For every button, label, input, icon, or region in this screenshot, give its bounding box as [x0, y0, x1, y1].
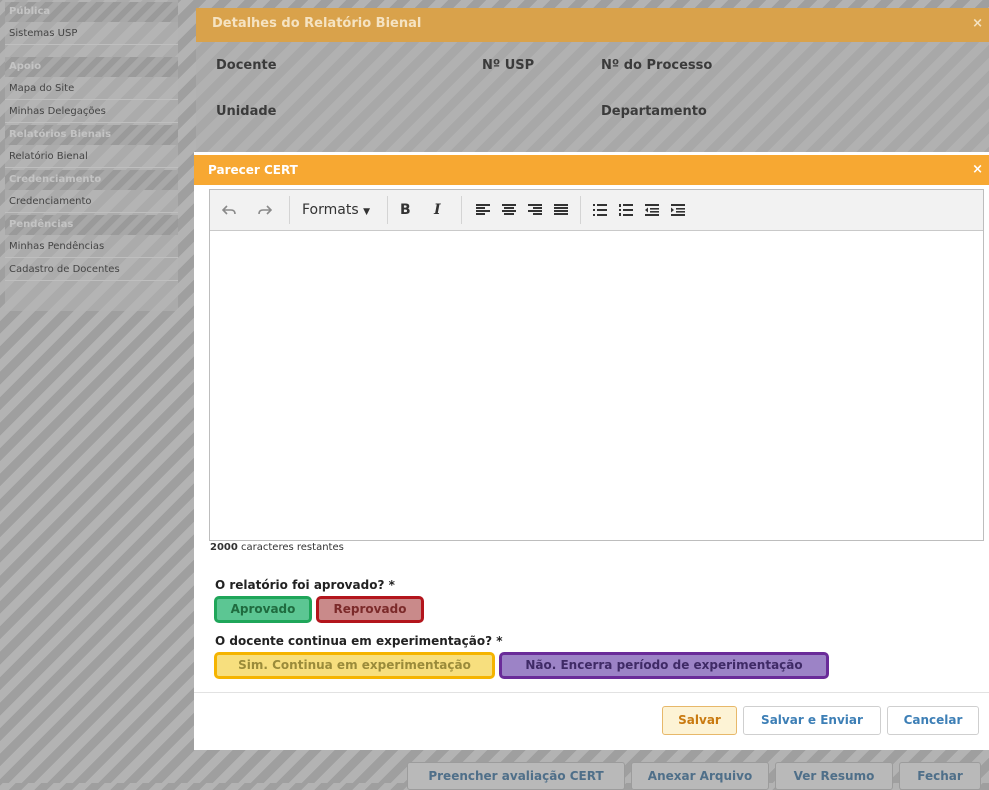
fechar-button[interactable]: Fechar — [899, 762, 981, 790]
sidebar-section-pendencias: Pendências — [5, 215, 178, 235]
sim-continua-button[interactable]: Sim. Continua em experimentação — [214, 652, 495, 679]
footer-divider — [194, 692, 989, 693]
salvar-button[interactable]: Salvar — [662, 706, 737, 735]
aprovado-button[interactable]: Aprovado — [214, 596, 312, 623]
sidebar-item-minhas-pendencias[interactable]: Minhas Pendências — [5, 235, 178, 258]
label-processo: Nº do Processo — [601, 58, 713, 73]
parecer-modal-header: Parecer CERT × — [194, 155, 989, 185]
sidebar-section-publica: Pública — [5, 2, 178, 22]
editor-toolbar: Formats ▼ B I — [210, 190, 983, 231]
cancelar-button[interactable]: Cancelar — [887, 706, 979, 735]
align-right-icon[interactable] — [528, 204, 542, 216]
preencher-avaliacao-button[interactable]: Preencher avaliação CERT — [407, 762, 625, 790]
bold-button[interactable]: B — [400, 202, 411, 218]
parecer-close-icon[interactable]: × — [972, 155, 983, 185]
details-modal-header: Detalhes do Relatório Bienal × — [196, 8, 989, 42]
toolbar-separator — [580, 196, 581, 224]
details-modal-title: Detalhes do Relatório Bienal — [212, 16, 422, 31]
outdent-icon[interactable] — [645, 204, 659, 216]
toolbar-separator — [461, 196, 462, 224]
numbered-list-icon[interactable] — [619, 204, 633, 216]
question-experimentacao: O docente continua em experimentação? * — [215, 634, 503, 648]
sidebar-section-relatorios: Relatórios Bienais — [5, 125, 178, 145]
char-counter: 2000 caracteres restantes — [210, 542, 344, 553]
question-aprovado: O relatório foi aprovado? * — [215, 578, 395, 592]
bullet-list-icon[interactable] — [593, 204, 607, 216]
caret-down-icon: ▼ — [363, 207, 371, 217]
sidebar-item-minhas-delegacoes[interactable]: Minhas Delegações — [5, 100, 178, 123]
reprovado-button[interactable]: Reprovado — [316, 596, 424, 623]
sidebar: Pública Sistemas USP Apoio Mapa do Site … — [5, 0, 178, 311]
sidebar-item-sistemas-usp[interactable]: Sistemas USP — [5, 22, 178, 45]
sidebar-item-cadastro-docentes[interactable]: Cadastro de Docentes — [5, 258, 178, 281]
nao-encerra-button[interactable]: Não. Encerra período de experimentação — [499, 652, 829, 679]
redo-icon[interactable] — [258, 204, 272, 216]
editor-content-area[interactable] — [210, 231, 983, 540]
formats-label: Formats — [302, 202, 359, 218]
rich-text-editor: Formats ▼ B I — [209, 189, 984, 541]
sidebar-item-relatorio-bienal[interactable]: Relatório Bienal — [5, 145, 178, 168]
align-center-icon[interactable] — [502, 204, 516, 216]
ver-resumo-button[interactable]: Ver Resumo — [775, 762, 893, 790]
formats-dropdown[interactable]: Formats ▼ — [302, 202, 370, 218]
sidebar-section-apoio: Apoio — [5, 57, 178, 77]
toolbar-separator — [387, 196, 388, 224]
parecer-modal-title: Parecer CERT — [208, 163, 298, 177]
align-justify-icon[interactable] — [554, 204, 568, 216]
label-docente: Docente — [216, 58, 277, 73]
salvar-enviar-button[interactable]: Salvar e Enviar — [743, 706, 881, 735]
label-departamento: Departamento — [601, 104, 707, 119]
char-count: 2000 — [210, 542, 238, 553]
sidebar-section-credenciamento: Credenciamento — [5, 170, 178, 190]
indent-icon[interactable] — [671, 204, 685, 216]
label-nusp: Nº USP — [482, 58, 535, 73]
sidebar-item-credenciamento[interactable]: Credenciamento — [5, 190, 178, 213]
toolbar-separator — [289, 196, 290, 224]
undo-icon[interactable] — [222, 204, 236, 216]
label-unidade: Unidade — [216, 104, 277, 119]
parecer-modal: Parecer CERT × Formats ▼ B I 2000 caract… — [194, 152, 989, 750]
char-count-suffix: caracteres restantes — [237, 542, 344, 553]
sidebar-item-mapa-do-site[interactable]: Mapa do Site — [5, 77, 178, 100]
italic-button[interactable]: I — [434, 202, 441, 218]
align-left-icon[interactable] — [476, 204, 490, 216]
details-close-icon[interactable]: × — [972, 8, 983, 40]
details-modal: Detalhes do Relatório Bienal × Docente N… — [196, 8, 989, 158]
anexar-arquivo-button[interactable]: Anexar Arquivo — [631, 762, 769, 790]
